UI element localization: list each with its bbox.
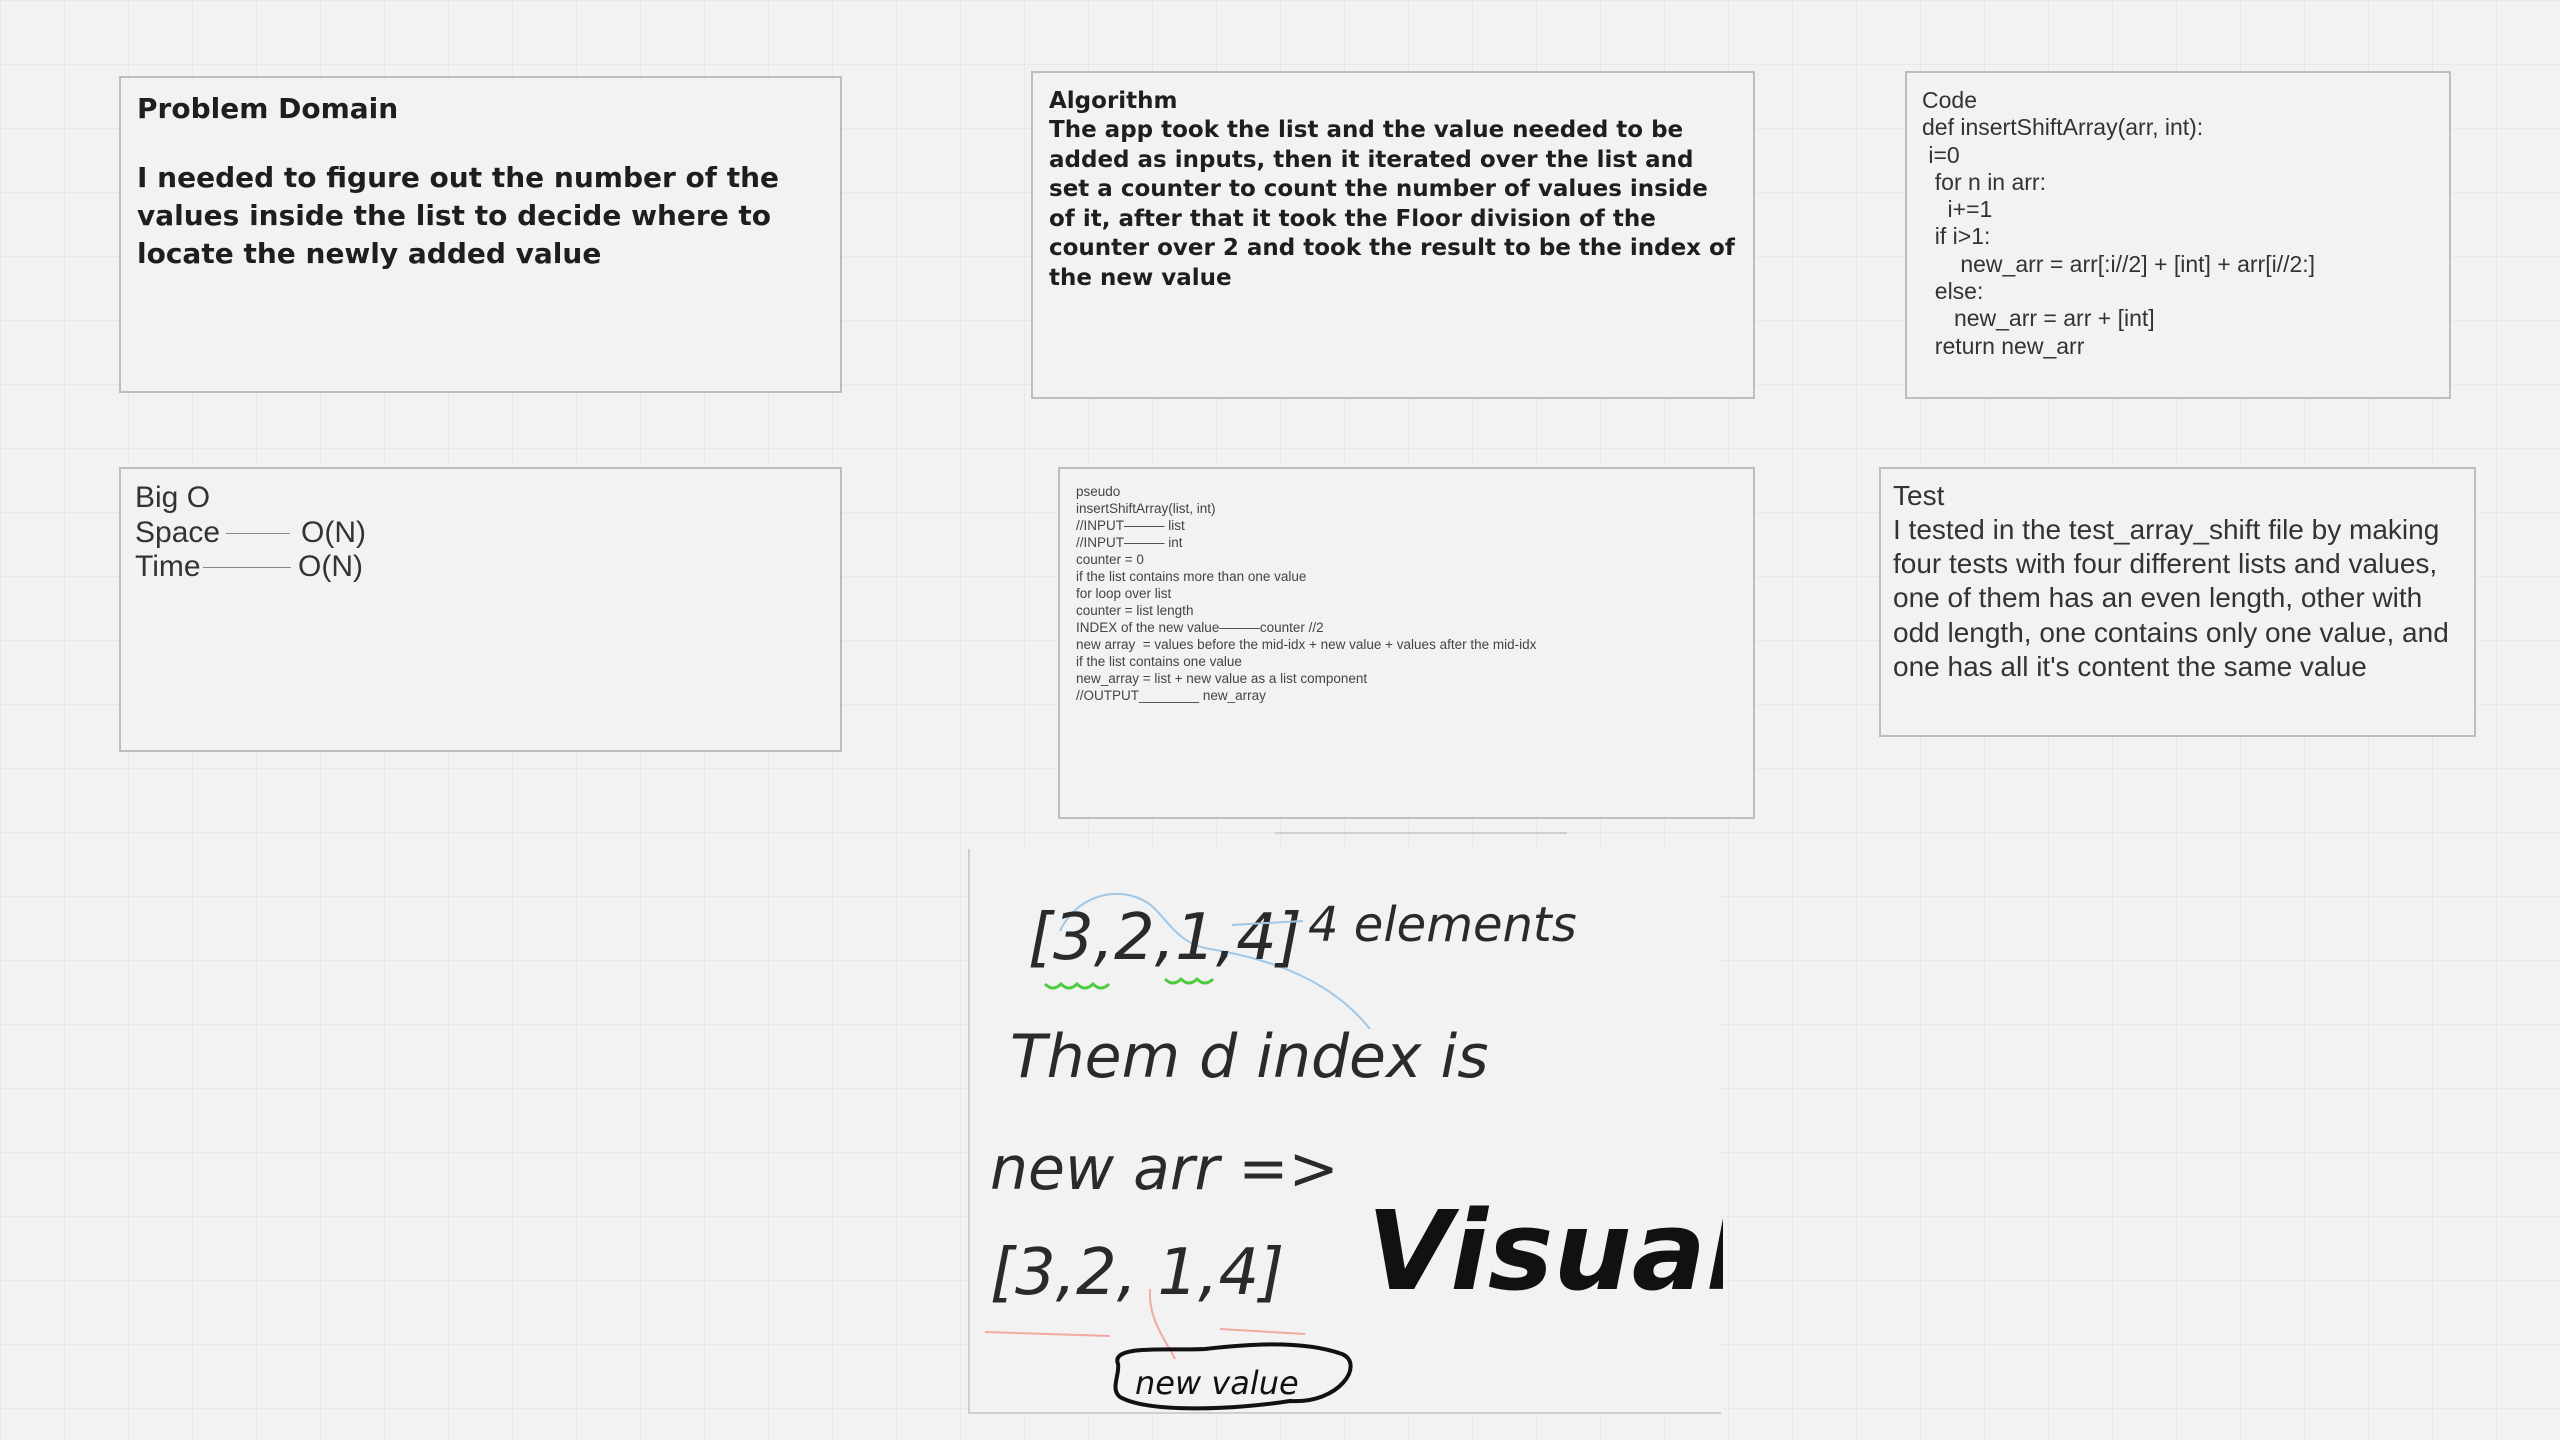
test-body: I tested in the test_array_shift file by…: [1893, 514, 2449, 682]
test-card[interactable]: Test I tested in the test_array_shift fi…: [1879, 467, 2476, 737]
problem-domain-body: I needed to figure out the number of the…: [137, 161, 780, 270]
note-count: 4 elements: [1308, 897, 1577, 953]
code-line: i+=1: [1922, 196, 1993, 223]
pseudo-line: new_array = list + new value as a list c…: [1076, 671, 1368, 686]
time-connector: [203, 567, 291, 568]
code-line: return new_arr: [1922, 332, 2085, 359]
algorithm-title: Algorithm: [1049, 88, 1178, 114]
pseudo-line: //OUTPUT________ new_array: [1076, 688, 1266, 703]
note-new-arr: new arr =>: [990, 1134, 1339, 1204]
pseudo-line: insertShiftArray(list, int): [1076, 501, 1216, 516]
green-underline-right: [1163, 976, 1215, 985]
time-row: Time O(N): [135, 550, 826, 585]
time-label: Time: [135, 550, 201, 583]
red-underline-right: [1219, 1328, 1306, 1335]
list-after: [3,2, 1,4]: [990, 1236, 1284, 1310]
space-value: O(N): [301, 515, 366, 549]
algorithm-body: The app took the list and the value need…: [1049, 117, 1735, 291]
code-line: i=0: [1922, 141, 1960, 168]
big-o-title: Big O: [135, 481, 211, 514]
code-line: new_arr = arr + [int]: [1922, 305, 2155, 332]
pseudo-line: pseudo: [1076, 484, 1121, 499]
code-line: for n in arr:: [1922, 168, 2046, 195]
time-value: O(N): [298, 550, 363, 583]
pseudo-line: counter = 0: [1076, 552, 1144, 567]
red-underline-left: [984, 1331, 1111, 1337]
space-connector: [226, 532, 290, 534]
note-index: Them d index is: [1010, 1022, 1488, 1092]
bubble-label: new value: [1135, 1364, 1299, 1402]
pseudo-line: //INPUT——— list: [1076, 518, 1185, 533]
pseudo-line: INDEX of the new value———counter //2: [1076, 620, 1324, 635]
handwritten-sketch: [3,2,1,4] 4 elements Them d index is new…: [984, 892, 1723, 1411]
space-label: Space: [135, 515, 221, 549]
visual-label: Visual: [1367, 1187, 1723, 1315]
code-line: Code: [1922, 87, 1977, 113]
pseudo-line: for loop over list: [1076, 586, 1172, 601]
pseudo-line: if the list contains one value: [1076, 654, 1242, 669]
pseudo-line: if the list contains more than one value: [1076, 569, 1307, 584]
pseudo-card[interactable]: pseudo insertShiftArray(list, int) //INP…: [1058, 467, 1755, 819]
code-line: new_arr = arr[:i//2] + [int] + arr[i//2:…: [1922, 250, 2316, 277]
visual-sketch-card[interactable]: [3,2,1,4] 4 elements Them d index is new…: [968, 849, 1723, 1414]
algorithm-card[interactable]: Algorithm The app took the list and the …: [1031, 71, 1755, 399]
big-o-title-row: Big O: [135, 481, 826, 516]
big-o-card[interactable]: Big O Space O(N) Time O(N): [119, 467, 842, 752]
problem-domain-card[interactable]: Problem Domain I needed to figure out th…: [119, 76, 842, 393]
code-line: def insertShiftArray(arr, int):: [1922, 114, 2204, 141]
list-before: [3,2,1,4]: [1028, 901, 1302, 975]
pseudo-line: new array = values before the mid-idx + …: [1076, 637, 1537, 652]
test-title: Test: [1893, 480, 1945, 511]
code-line: else:: [1922, 278, 1984, 305]
pseudo-line: //INPUT——— int: [1076, 535, 1183, 550]
problem-domain-title: Problem Domain: [137, 92, 399, 125]
code-card[interactable]: Code def insertShiftArray(arr, int): i=0…: [1905, 71, 2451, 399]
code-line: if i>1:: [1922, 223, 1991, 250]
space-row: Space O(N): [135, 516, 826, 551]
pseudo-line: counter = list length: [1076, 603, 1194, 618]
green-underline-left: [1043, 981, 1111, 990]
connector-line: [1275, 832, 1567, 834]
